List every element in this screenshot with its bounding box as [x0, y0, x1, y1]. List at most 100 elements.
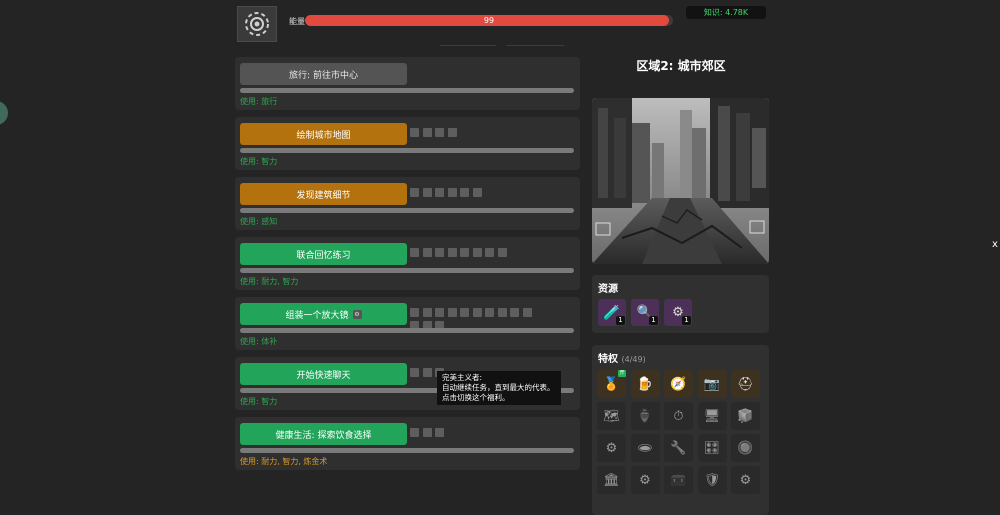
- rep-square: [422, 188, 432, 197]
- rep-square: [485, 248, 494, 257]
- task-progress-fill: [240, 88, 574, 93]
- task-progress-fill: [240, 208, 574, 213]
- task-button[interactable]: 健康生活: 探索饮食选择: [240, 423, 407, 445]
- rep-square: [410, 128, 419, 137]
- perk-icon[interactable]: 🏛: [597, 466, 626, 494]
- perk-icon[interactable]: 🔘: [731, 434, 760, 462]
- perk-icon[interactable]: 🖥: [697, 402, 727, 430]
- rep-square: [410, 368, 419, 377]
- ruined-city-street-image: [592, 98, 769, 264]
- task-button[interactable]: 组装一个放大镜 ⚙: [240, 303, 407, 325]
- rep-square: [422, 128, 432, 137]
- divider: [440, 45, 496, 46]
- rep-square: [422, 248, 432, 257]
- rep-square: [435, 188, 444, 197]
- tool-icon: ⚙: [352, 309, 362, 319]
- perk-icon[interactable]: 🕳: [630, 434, 660, 462]
- perk-glyph-icon: 🏅: [603, 376, 620, 392]
- task-uses: 使用: 智力: [240, 157, 278, 166]
- perk-icon[interactable]: 🔧: [664, 434, 693, 462]
- perk-glyph-icon: 🕳: [636, 440, 654, 456]
- task-card: 健康生活: 探索饮食选择 使用: 耐力, 智力, 炼金术: [235, 417, 580, 470]
- perks-title-text: 特权: [598, 354, 618, 365]
- perk-icon[interactable]: 📷: [697, 370, 727, 398]
- resource-item[interactable]: 🔍 1: [631, 299, 659, 326]
- perk-icon[interactable]: 🏅 开: [597, 370, 626, 398]
- rep-square: [410, 248, 419, 257]
- energy-bar: 99: [305, 15, 673, 26]
- perks-title: 特权 (4/49): [598, 350, 646, 365]
- task-label: 联合回忆练习: [296, 250, 351, 261]
- perk-icon[interactable]: 🧰: [664, 466, 693, 494]
- task-button[interactable]: 开始快速聊天: [240, 363, 407, 385]
- rep-square: [410, 308, 419, 317]
- task-uses: 使用: 耐力, 智力, 炼金术: [240, 457, 328, 466]
- perk-glyph-icon: 🧊: [737, 408, 754, 424]
- rep-square: [460, 308, 469, 317]
- task-card: 组装一个放大镜 ⚙ 使用: 体补: [235, 297, 580, 350]
- tooltip-line: 自动继续任务，直到最大的代表。: [442, 383, 555, 392]
- task-card: 联合回忆练习 使用: 耐力, 智力: [235, 237, 580, 290]
- perk-icon[interactable]: ⚙: [731, 466, 760, 494]
- task-progress-bar: [240, 88, 574, 93]
- rep-square: [472, 188, 482, 197]
- perk-icon[interactable]: 🎛: [697, 434, 727, 462]
- close-icon[interactable]: x: [992, 239, 998, 250]
- gear-logo-icon[interactable]: [237, 6, 277, 42]
- task-card: 发现建筑细节 使用: 感知: [235, 177, 580, 230]
- perk-icon[interactable]: 🛡: [697, 466, 727, 494]
- perk-glyph-icon: 🧭: [670, 376, 687, 392]
- region-title: 区域2: 城市郊区: [636, 59, 726, 73]
- perk-glyph-icon: 🧰: [670, 472, 687, 488]
- task-label: 开始快速聊天: [296, 370, 351, 381]
- rep-square: [435, 308, 444, 317]
- perk-glyph-icon: ⛑: [737, 376, 754, 392]
- perk-icon[interactable]: 🧭: [664, 370, 693, 398]
- rep-square: [447, 248, 457, 257]
- perk-icon[interactable]: ⚙: [630, 466, 660, 494]
- energy-value: 99: [483, 16, 495, 25]
- rep-squares: [410, 308, 532, 330]
- perks-panel: 特权 (4/49) 🏅 开 🍺 🧭 📷 ⛑ 🗺 🏺 ⏱ 🖥 🧊 ⚙ 🕳 🔧 🎛 🔘 🏛 ⚙ 🧰 🛡 ⚙: [592, 345, 769, 515]
- resource-item[interactable]: ⚙ 1: [664, 299, 692, 326]
- resource-count: 1: [649, 316, 658, 325]
- perk-icon[interactable]: 🍺: [630, 370, 660, 398]
- perk-glyph-icon: 🍺: [636, 376, 654, 392]
- resource-item[interactable]: 🧪 1: [598, 299, 626, 326]
- perk-icon[interactable]: 🧊: [731, 402, 760, 430]
- perk-icon[interactable]: ⛑: [731, 370, 760, 398]
- perk-icon[interactable]: 🏺: [630, 402, 660, 430]
- rep-square: [435, 428, 444, 437]
- task-progress-fill: [240, 268, 574, 273]
- rep-square: [435, 248, 444, 257]
- energy-label: 能量: [289, 17, 305, 26]
- resources-title: 资源: [598, 284, 618, 295]
- perk-glyph-icon: 🖥: [703, 408, 721, 424]
- perk-icon[interactable]: 🗺: [597, 402, 626, 430]
- task-button[interactable]: 绘制城市地图: [240, 123, 407, 145]
- rep-square: [460, 188, 469, 197]
- perk-glyph-icon: 🏛: [603, 472, 620, 488]
- task-uses: 使用: 旅行: [240, 97, 278, 106]
- task-label: 发现建筑细节: [296, 190, 351, 201]
- task-label: 绘制城市地图: [296, 130, 351, 141]
- rep-square: [460, 248, 469, 257]
- task-button[interactable]: 发现建筑细节: [240, 183, 407, 205]
- perk-grid: 🏅 开 🍺 🧭 📷 ⛑ 🗺 🏺 ⏱ 🖥 🧊 ⚙ 🕳 🔧 🎛 🔘 🏛 ⚙ 🧰 🛡 ⚙: [597, 370, 760, 494]
- task-progress-bar: [240, 268, 574, 273]
- perk-glyph-icon: 🔘: [737, 440, 754, 456]
- task-progress-bar: [240, 208, 574, 213]
- perk-icon[interactable]: ⏱: [664, 402, 693, 430]
- perk-glyph-icon: ⚙: [605, 440, 618, 456]
- divider: [506, 45, 564, 46]
- rep-square: [472, 308, 482, 317]
- task-progress-fill: [240, 448, 574, 453]
- side-toggle[interactable]: [0, 101, 8, 125]
- task-button[interactable]: 旅行: 前往市中心: [240, 63, 407, 85]
- perk-icon[interactable]: ⚙: [597, 434, 626, 462]
- task-button[interactable]: 联合回忆练习: [240, 243, 407, 265]
- rep-square: [447, 308, 457, 317]
- rep-squares: [410, 428, 532, 437]
- task-card: 旅行: 前往市中心 使用: 旅行: [235, 57, 580, 110]
- task-uses: 使用: 体补: [240, 337, 278, 346]
